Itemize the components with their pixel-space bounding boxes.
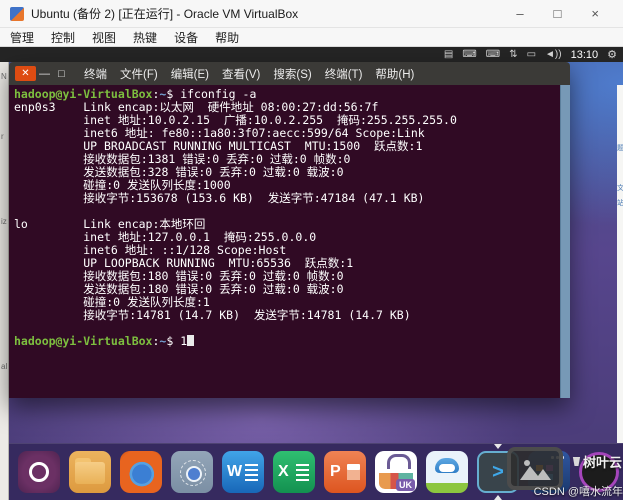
vbox-menu-item-3[interactable]: 热键 bbox=[133, 29, 157, 46]
keyboard-icon[interactable]: ⌨ bbox=[462, 47, 476, 62]
watermark-brand-text: 树叶云 bbox=[583, 452, 622, 471]
terminal-minimize-button[interactable]: — bbox=[36, 68, 53, 80]
excel-glyph: X bbox=[278, 463, 289, 481]
terminal-menu-item-5[interactable]: 帮助(H) bbox=[375, 66, 414, 82]
virtualbox-logo-icon bbox=[10, 7, 24, 21]
ubuntu-top-panel: ▤ ⌨ ⌨ ⇅ ▭ ◄)) 13:10 ⚙ bbox=[0, 47, 623, 62]
powerpoint-dock-item[interactable]: P bbox=[324, 451, 366, 493]
terminal-line: 接收字节:14781 (14.7 KB) 发送字节:14781 (14.7 KB… bbox=[14, 309, 560, 322]
terminal-window: ✕ — □ 终端 文件(F)编辑(E)查看(V)搜索(S)终端(T)帮助(H) … bbox=[9, 62, 570, 398]
background-window-text: 文 bbox=[617, 183, 623, 193]
terminal-line: hadoop@yi-VirtualBox:~$ 1 bbox=[14, 335, 560, 348]
word-dock-item[interactable]: W bbox=[222, 451, 264, 493]
firefox-dock-item[interactable] bbox=[120, 451, 162, 493]
background-window-text: al bbox=[1, 362, 7, 371]
right-edge-host-window: 题文站 bbox=[617, 85, 623, 443]
background-window-text: iz bbox=[1, 217, 7, 226]
terminal-menu-item-3[interactable]: 搜索(S) bbox=[273, 66, 311, 82]
terminal-cursor bbox=[187, 335, 194, 346]
uk-software-glyph: UK bbox=[396, 479, 415, 491]
vbox-menu-item-2[interactable]: 视图 bbox=[92, 29, 116, 46]
terminal-menu-item-4[interactable]: 终端(T) bbox=[325, 66, 363, 82]
input-method-icon[interactable]: ▤ bbox=[444, 47, 453, 62]
robot-app-dock-item[interactable] bbox=[426, 451, 468, 493]
terminal-menubar: 文件(F) 编辑(E) 查看(V) 搜索(S) 终端(T) 帮助(H) bbox=[120, 66, 414, 82]
panel-indicator-icons: ▤ ⌨ ⌨ ⇅ ▭ ◄)) bbox=[444, 47, 562, 62]
maximize-button[interactable]: □ bbox=[554, 6, 562, 21]
ubuntu-launcher-dock-item[interactable] bbox=[18, 451, 60, 493]
left-edge-host-window: Nr iz al bbox=[0, 62, 9, 500]
watermark-brand: 树叶云 bbox=[572, 452, 622, 471]
vbox-menu-item-4[interactable]: 设备 bbox=[174, 29, 198, 46]
terminal-menu-item-0[interactable]: 文件(F) bbox=[120, 66, 158, 82]
window-title: Ubuntu (备份 2) [正在运行] - Oracle VM Virtual… bbox=[31, 5, 298, 22]
vbox-menu-item-1[interactable]: 控制 bbox=[51, 29, 75, 46]
terminal-line: 接收字节:153678 (153.6 KB) 发送字节:47184 (47.1 … bbox=[14, 192, 560, 205]
vm-desktop: ▤ ⌨ ⌨ ⇅ ▭ ◄)) 13:10 ⚙ Nr iz al 题文站 ✕ — □ 终端 文件(… bbox=[0, 47, 623, 500]
virtualbox-window: Ubuntu (备份 2) [正在运行] - Oracle VM Virtual… bbox=[0, 0, 623, 500]
window-controls: – □ × bbox=[516, 6, 613, 21]
session-gear-icon[interactable]: ⚙ bbox=[607, 48, 617, 61]
excel-dock-item[interactable]: X bbox=[273, 451, 315, 493]
onboard-keyboard-icon[interactable]: ⌨ bbox=[486, 47, 500, 62]
vbox-menu-item-5[interactable]: 帮助 bbox=[215, 29, 239, 46]
background-window-text: N bbox=[1, 72, 7, 81]
battery-icon[interactable]: ▭ bbox=[527, 47, 536, 62]
background-window-text: 站 bbox=[617, 198, 623, 208]
volume-icon[interactable]: ◄)) bbox=[545, 47, 562, 62]
terminal-titlebar[interactable]: ✕ — □ 终端 文件(F) 编辑(E) 查看(V) 搜索(S) 终端(T) 帮助(H) bbox=[9, 62, 570, 85]
clock[interactable]: 13:10 bbox=[571, 49, 599, 61]
minimize-button[interactable]: – bbox=[516, 6, 523, 21]
terminal-maximize-button[interactable]: □ bbox=[53, 68, 70, 80]
vbox-titlebar: Ubuntu (备份 2) [正在运行] - Oracle VM Virtual… bbox=[0, 0, 623, 28]
close-button[interactable]: × bbox=[591, 6, 599, 21]
uk-software-dock-item[interactable]: UK bbox=[375, 451, 417, 493]
terminal-app-title: 终端 bbox=[84, 66, 107, 82]
watermark: 树叶云 CSDN @嘻水流年 bbox=[497, 443, 623, 500]
terminal-close-button[interactable]: ✕ bbox=[15, 66, 36, 81]
mountain-photo-icon bbox=[518, 456, 552, 482]
network-updown-icon[interactable]: ⇅ bbox=[509, 47, 517, 62]
background-window-text: r bbox=[1, 132, 4, 141]
word-glyph: W bbox=[227, 463, 242, 481]
powerpoint-glyph: P bbox=[330, 463, 341, 481]
terminal-menu-item-1[interactable]: 编辑(E) bbox=[171, 66, 209, 82]
files-dock-item[interactable] bbox=[69, 451, 111, 493]
watermark-credit: CSDN @嘻水流年 bbox=[534, 483, 623, 499]
vbox-menubar: 管理控制视图热键设备帮助 bbox=[0, 28, 623, 47]
terminal-scrollbar[interactable] bbox=[560, 85, 570, 398]
circle-app-dock-item[interactable] bbox=[171, 451, 213, 493]
terminal-output[interactable]: hadoop@yi-VirtualBox:~$ ifconfig -aenp0s… bbox=[9, 85, 560, 398]
background-window-text: 题 bbox=[617, 143, 623, 153]
vbox-menu-item-0[interactable]: 管理 bbox=[10, 29, 34, 46]
terminal-menu-item-2[interactable]: 查看(V) bbox=[222, 66, 260, 82]
bucket-icon bbox=[572, 457, 581, 466]
